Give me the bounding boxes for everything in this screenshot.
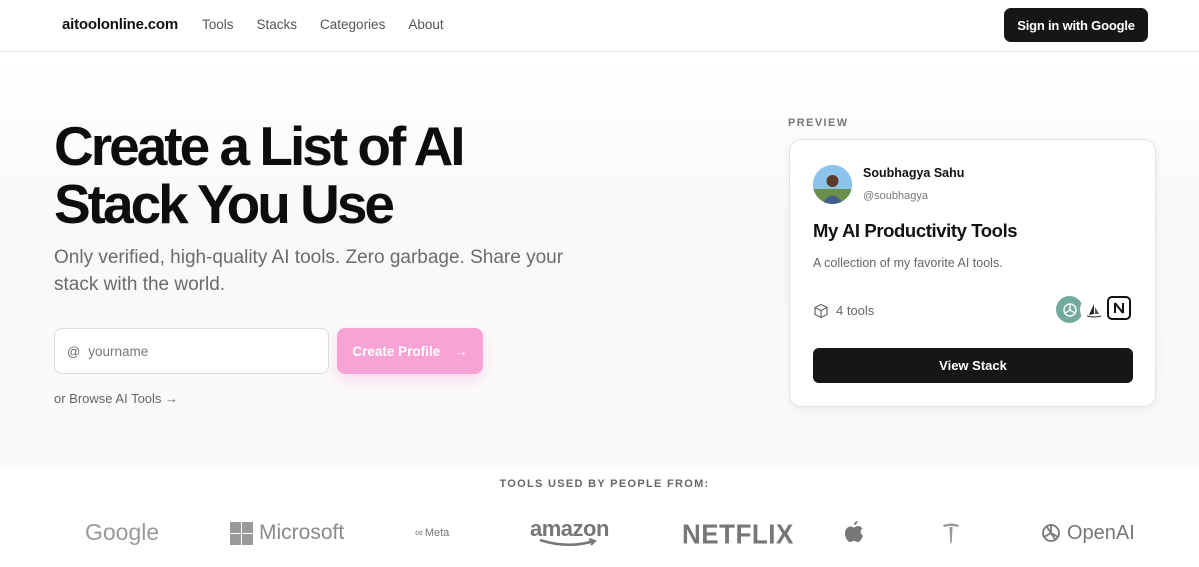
microsoft-logo-text: Microsoft xyxy=(259,521,345,544)
browse-ai-tools-link[interactable]: or Browse AI Tools → xyxy=(54,391,178,406)
tesla-logo-icon xyxy=(942,522,960,546)
arrow-right-icon: → xyxy=(454,343,468,359)
stack-title: My AI Productivity Tools xyxy=(813,220,1018,241)
meta-infinity-icon: ∞ xyxy=(415,527,423,539)
stack-description: A collection of my favorite AI tools. xyxy=(813,256,1003,270)
hero-headline: Create a List of AI Stack You Use xyxy=(54,117,574,233)
sign-in-with-google-button[interactable]: Sign in with Google xyxy=(1004,8,1148,42)
preview-label: PREVIEW xyxy=(788,117,849,129)
netflix-logo: NETFLIX xyxy=(682,518,794,551)
top-navigation-bar: aitoolonline.com Tools Stacks Categories… xyxy=(0,0,1199,52)
username-input[interactable] xyxy=(88,343,309,359)
nav-link-stacks[interactable]: Stacks xyxy=(257,17,298,32)
meta-logo: ∞ Meta xyxy=(415,527,449,539)
tool-count: 4 tools xyxy=(836,303,875,318)
microsoft-logo: Microsoft xyxy=(230,521,344,545)
stack-preview-card: Soubhagya Sahu @soubhagya My AI Producti… xyxy=(789,139,1156,407)
cube-icon xyxy=(813,303,829,319)
tool-icons-group xyxy=(1056,296,1131,323)
main-nav: Tools Stacks Categories About xyxy=(202,17,444,32)
nav-link-about[interactable]: About xyxy=(408,17,443,32)
avatar xyxy=(813,165,852,204)
google-logo: Google xyxy=(85,519,159,546)
create-profile-button[interactable]: Create Profile → xyxy=(337,328,483,374)
at-prefix: @ xyxy=(67,343,81,359)
openai-icon xyxy=(1056,296,1083,323)
headline-line-2: Stack You Use xyxy=(54,173,395,235)
social-proof-label: TOOLS USED BY PEOPLE FROM: xyxy=(499,478,710,490)
openai-knot-icon xyxy=(1042,524,1060,542)
brand-logo[interactable]: aitoolonline.com xyxy=(62,16,178,33)
amazon-logo: amazon xyxy=(530,516,609,548)
meta-logo-text: Meta xyxy=(424,527,450,539)
hero-subtext: Only verified, high-quality AI tools. Ze… xyxy=(54,247,564,295)
view-stack-button[interactable]: View Stack xyxy=(813,348,1133,383)
notion-icon xyxy=(1107,296,1131,320)
google-logo-text: Google xyxy=(85,519,160,545)
user-handle: @soubhagya xyxy=(863,190,928,202)
midjourney-icon xyxy=(1080,296,1107,323)
apple-logo-icon xyxy=(844,520,864,544)
user-name: Soubhagya Sahu xyxy=(863,166,965,180)
headline-line-1: Create a List of AI xyxy=(54,115,466,177)
username-field[interactable]: @ xyxy=(54,328,329,374)
create-profile-label: Create Profile xyxy=(352,343,441,359)
netflix-logo-text: NETFLIX xyxy=(682,518,794,550)
nav-link-tools[interactable]: Tools xyxy=(202,17,234,32)
openai-logo: OpenAI xyxy=(1039,521,1135,545)
nav-link-categories[interactable]: Categories xyxy=(320,17,385,32)
amazon-smile-icon xyxy=(539,538,597,546)
openai-logo-text: OpenAI xyxy=(1067,521,1135,544)
microsoft-squares-icon xyxy=(230,521,253,545)
